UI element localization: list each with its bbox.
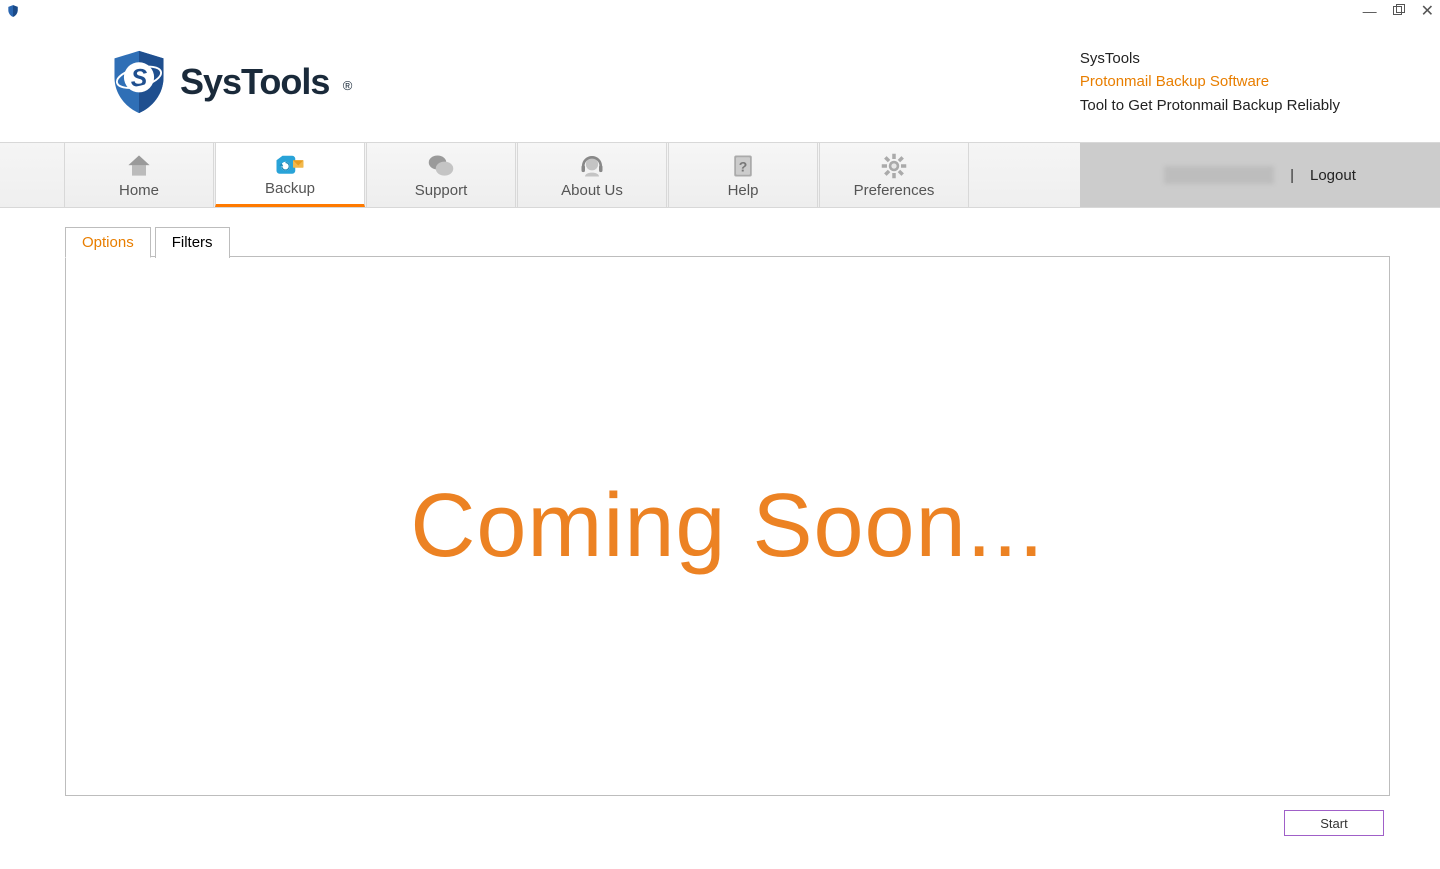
- logout-link[interactable]: Logout: [1310, 167, 1356, 184]
- header-product-text: Protonmail Backup Software: [1080, 70, 1340, 93]
- options-panel: Coming Soon...: [65, 256, 1390, 796]
- content-area: Options Filters Coming Soon...: [0, 208, 1440, 796]
- nav-help[interactable]: ? Help: [668, 143, 818, 207]
- nav-home[interactable]: Home: [64, 143, 214, 207]
- headset-icon: [577, 152, 607, 180]
- gear-icon: [879, 152, 909, 180]
- chat-icon: [426, 152, 456, 180]
- nav-label: About Us: [561, 182, 623, 199]
- window-titlebar: — ✕: [0, 0, 1440, 22]
- nav-label: Backup: [265, 180, 315, 197]
- nav-support[interactable]: Support: [366, 143, 516, 207]
- main-nav: Home Backup Support: [0, 142, 1440, 208]
- maximize-button[interactable]: [1393, 3, 1405, 19]
- tab-bar: Options Filters: [65, 226, 1390, 257]
- tab-options[interactable]: Options: [65, 227, 151, 258]
- coming-soon-text: Coming Soon...: [410, 475, 1044, 578]
- header-tagline: Tool to Get Protonmail Backup Reliably: [1080, 94, 1340, 117]
- help-icon: ?: [728, 152, 758, 180]
- nav-label: Preferences: [854, 182, 935, 199]
- close-button[interactable]: ✕: [1421, 1, 1434, 21]
- registered-mark: ®: [343, 78, 352, 93]
- brand-name: SysTools: [180, 61, 329, 103]
- nav-backup[interactable]: Backup: [215, 143, 365, 207]
- home-icon: [124, 152, 154, 180]
- nav-user-area: | Logout: [1080, 143, 1440, 207]
- separator: |: [1290, 167, 1294, 184]
- nav-preferences[interactable]: Preferences: [819, 143, 969, 207]
- nav-label: Help: [728, 182, 759, 199]
- footer-bar: Start: [0, 796, 1440, 836]
- app-shield-icon: [6, 4, 20, 18]
- nav-label: Home: [119, 182, 159, 199]
- window-controls: — ✕: [1363, 1, 1434, 21]
- header-info: SysTools Protonmail Backup Software Tool…: [1080, 47, 1380, 117]
- minimize-button[interactable]: —: [1363, 3, 1377, 19]
- nav-about-us[interactable]: About Us: [517, 143, 667, 207]
- svg-text:?: ?: [739, 158, 748, 174]
- user-email-redacted: [1164, 166, 1274, 184]
- header-brand-text: SysTools: [1080, 47, 1340, 70]
- tab-filters[interactable]: Filters: [155, 227, 230, 258]
- start-button[interactable]: Start: [1284, 810, 1384, 836]
- backup-icon: [275, 150, 305, 178]
- app-header: S SysTools ® SysTools Protonmail Backup …: [0, 22, 1440, 142]
- titlebar-left: [6, 4, 20, 18]
- brand-logo: S SysTools ®: [110, 49, 341, 115]
- nav-label: Support: [415, 182, 468, 199]
- shield-icon: S: [110, 49, 168, 115]
